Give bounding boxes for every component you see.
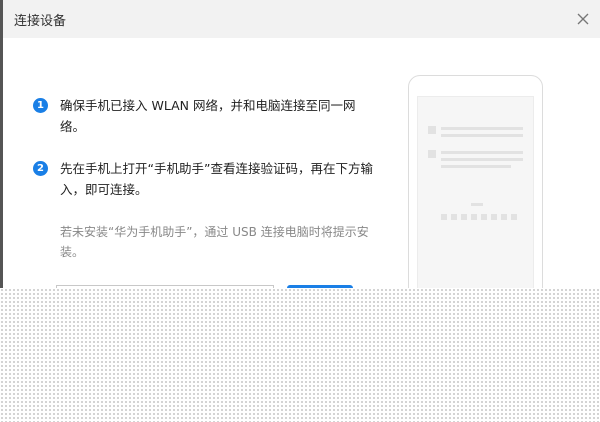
dialog-titlebar: 连接设备	[3, 0, 600, 38]
install-hint: 若未安装“华为手机助手”，通过 USB 连接电脑时将提示安装。	[60, 225, 369, 259]
close-button[interactable]	[573, 9, 593, 29]
dialog-title: 连接设备	[14, 14, 67, 29]
pixelated-mask-overlay	[0, 288, 600, 422]
step-1-text: 确保手机已接入 WLAN 网络，并和电脑连接至同一网络。	[60, 98, 356, 134]
step-1-badge: 1	[33, 98, 48, 113]
phone-illustration	[408, 75, 543, 315]
step-2-badge: 2	[33, 161, 48, 176]
step-2-text: 先在手机上打开“手机助手”查看连接验证码，再在下方输入，即可连接。	[60, 161, 373, 197]
phone-screen	[417, 96, 534, 306]
close-icon	[577, 13, 589, 25]
